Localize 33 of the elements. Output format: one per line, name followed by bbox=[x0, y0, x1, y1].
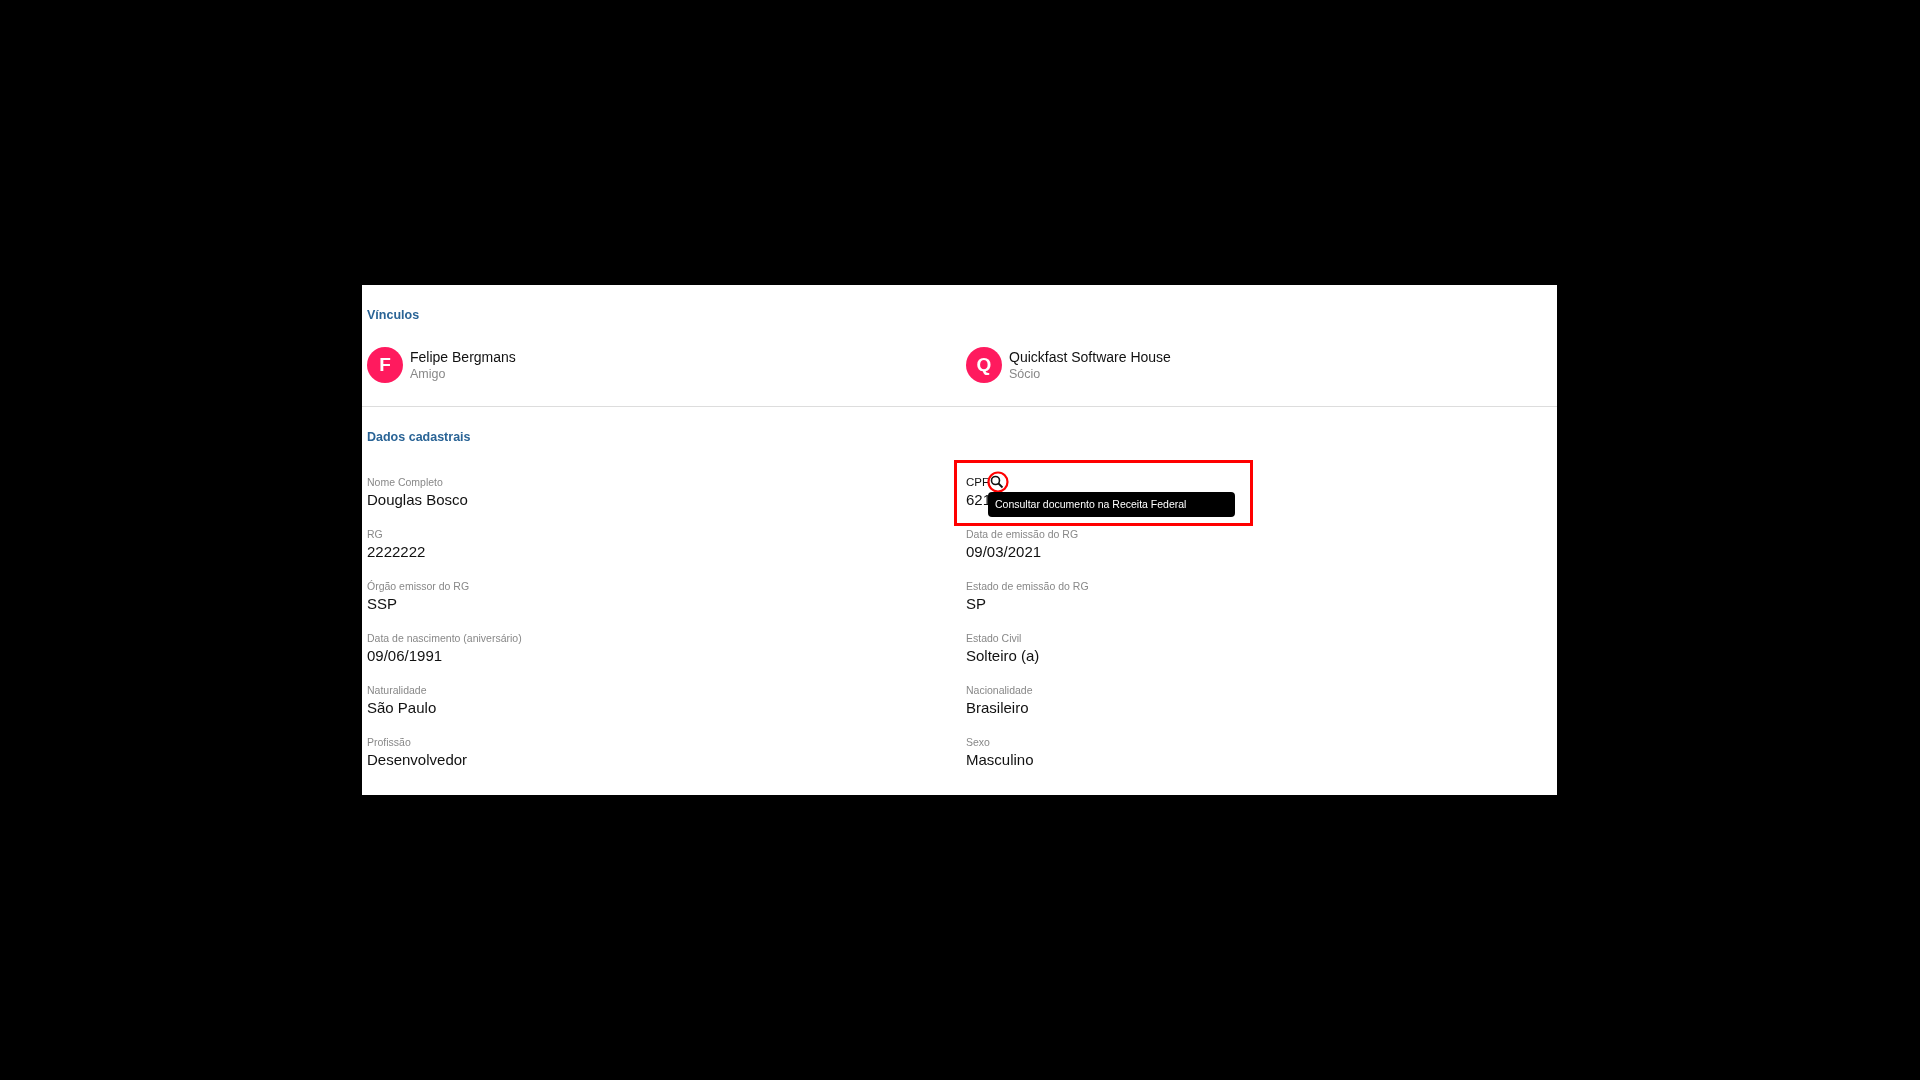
field-label: Estado Civil bbox=[966, 632, 1022, 644]
field-value: Masculino bbox=[966, 751, 1034, 768]
field-label: Data de nascimento (aniversário) bbox=[367, 632, 522, 644]
field-label: Profissão bbox=[367, 736, 411, 748]
field-value: São Paulo bbox=[367, 699, 437, 716]
field-value: Brasileiro bbox=[966, 699, 1029, 716]
field-value: SP bbox=[966, 595, 986, 612]
relation-label: Sócio bbox=[1009, 367, 1042, 381]
contact-name[interactable]: Quickfast Software House bbox=[1009, 349, 1171, 365]
section-title: Vínculos bbox=[367, 308, 420, 322]
field-label: Naturalidade bbox=[367, 684, 427, 696]
avatar: Q bbox=[966, 347, 1002, 383]
field-value: 2222222 bbox=[367, 543, 426, 560]
relation-label: Amigo bbox=[410, 367, 447, 381]
field-label: Estado de emissão do RG bbox=[966, 580, 1089, 592]
section-title: Dados cadastrais bbox=[367, 430, 471, 444]
field-value: Douglas Bosco bbox=[367, 491, 468, 508]
field-value: 09/03/2021 bbox=[966, 543, 1042, 560]
field-value: SSP bbox=[367, 595, 397, 612]
field-label: Órgão emissor do RG bbox=[367, 580, 470, 592]
field-label: Nome Completo bbox=[367, 476, 443, 488]
search-icon[interactable] bbox=[990, 475, 1004, 489]
field-label: Nacionalidade bbox=[966, 684, 1033, 696]
field-label: RG bbox=[367, 528, 383, 540]
field-label: Sexo bbox=[966, 736, 990, 748]
field-value: Solteiro (a) bbox=[966, 647, 1040, 664]
field-value: 09/06/1991 bbox=[367, 647, 443, 664]
field-label: Data de emissão do RG bbox=[966, 528, 1079, 540]
field-value: Desenvolvedor bbox=[367, 751, 468, 768]
tooltip: Consultar documento na Receita Federal bbox=[988, 492, 1235, 517]
highlight-circle bbox=[987, 471, 1009, 493]
contact-name[interactable]: Felipe Bergmans bbox=[410, 349, 516, 365]
avatar: F bbox=[367, 347, 403, 383]
